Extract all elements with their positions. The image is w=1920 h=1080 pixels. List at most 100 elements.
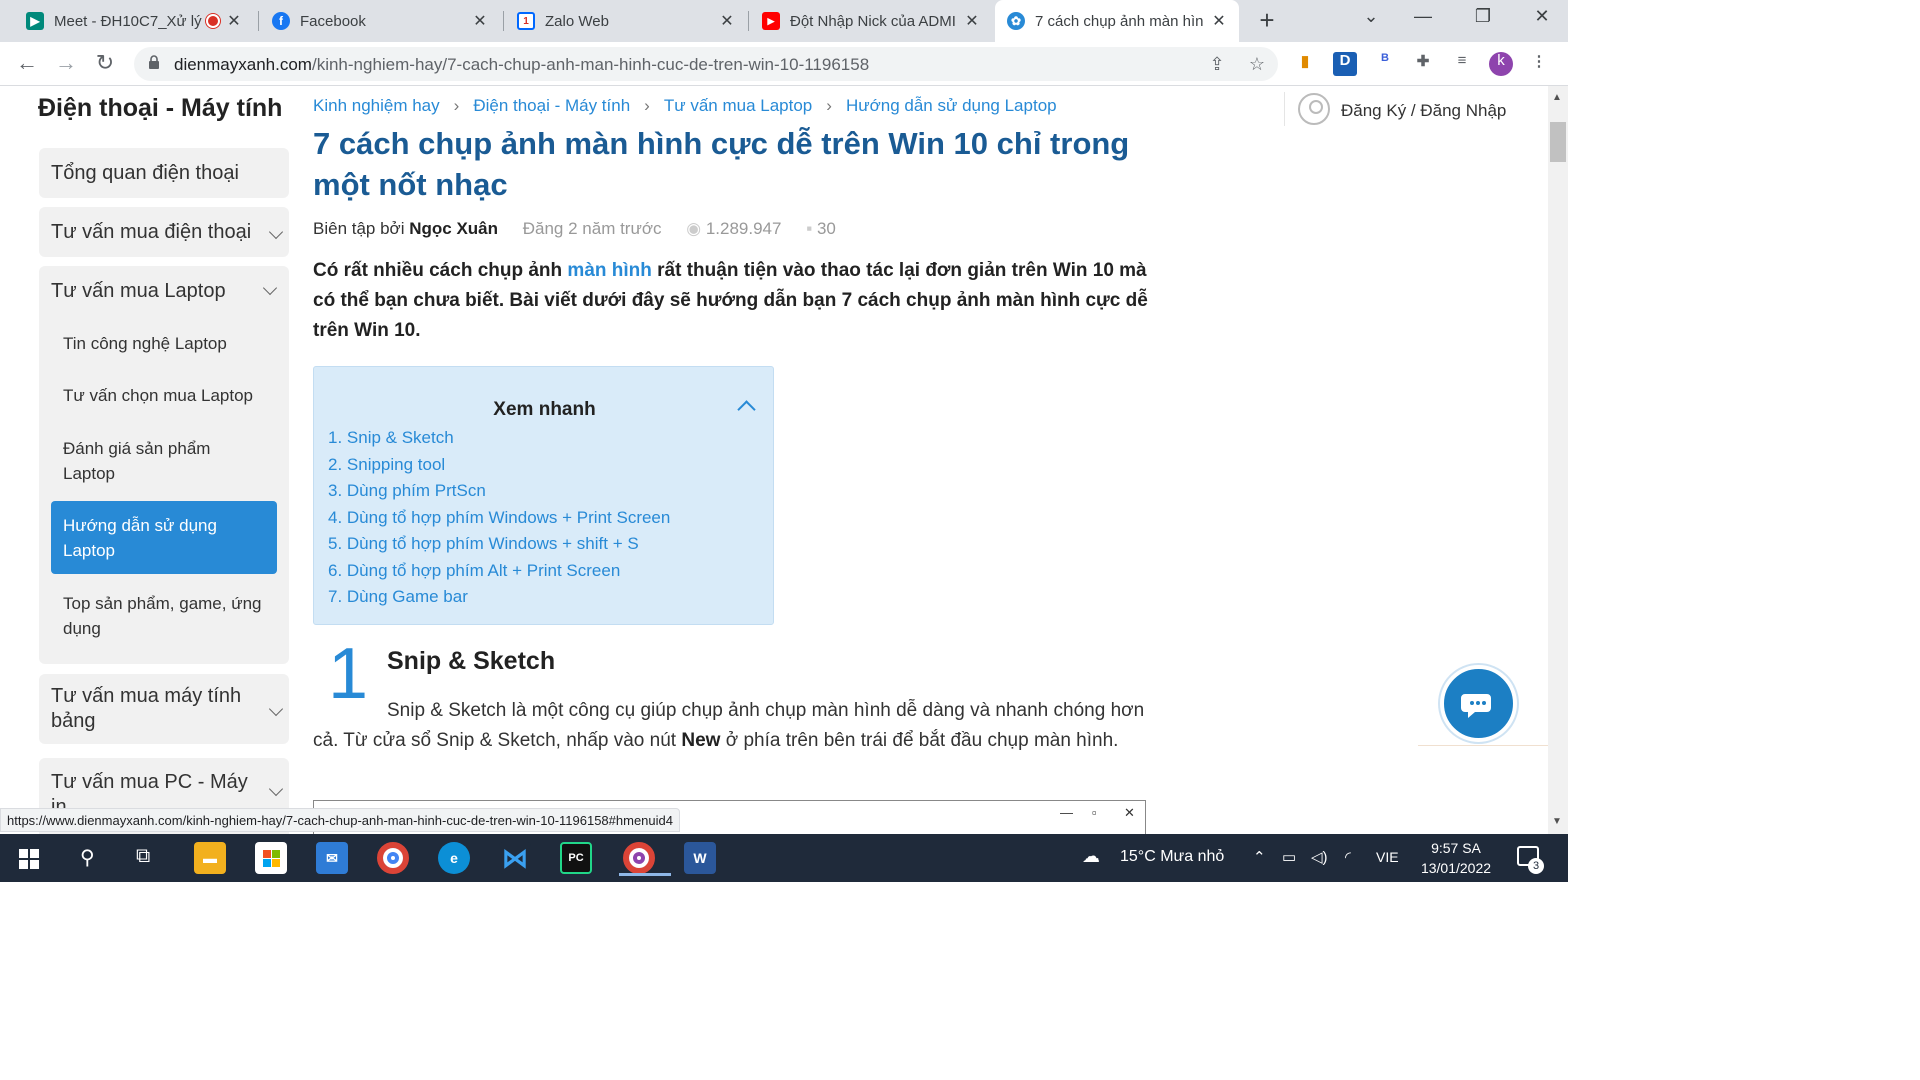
mail-icon[interactable]: ✉ [316,842,348,874]
bookmark-star-icon[interactable]: ☆ [1246,54,1268,76]
sidebar-item-overview-phone[interactable]: Tổng quan điện thoại [39,148,289,198]
toc-title: Xem nhanh [493,399,596,420]
chat-icon [1461,694,1491,718]
breadcrumb-item[interactable]: Điện thoại - Máy tính [473,96,630,115]
search-icon[interactable]: ⚲ [80,845,95,870]
zalo-icon: 1 [517,12,535,30]
comment-icon: ▪ [806,219,813,238]
sidebar-item-laptop-advice[interactable]: Tư vấn mua Laptop [51,280,226,303]
chrome-icon[interactable] [377,842,409,874]
close-tab-icon[interactable]: ✕ [1211,11,1227,31]
restore-button[interactable]: ❐ [1468,6,1498,27]
breadcrumb: Kinh nghiệm hay › Điện thoại - Máy tính › Tư… [313,96,1057,116]
toc-item[interactable]: 6. Dùng tổ hợp phím Alt + Print Screen [328,561,620,581]
breadcrumb-item[interactable]: Kinh nghiệm hay [313,96,440,115]
tab-facebook[interactable]: f Facebook ✕ [260,0,500,42]
intro-link[interactable]: màn hình [567,260,651,281]
quick-view-toc: Xem nhanh 1. Snip & Sketch 2. Snipping t… [313,366,774,625]
tab-search-icon[interactable]: ⌄ [1356,6,1386,27]
forward-icon[interactable]: → [52,50,80,78]
sidebar-sub-laptop-choose[interactable]: Tư vấn chọn mua Laptop [51,383,277,408]
tab-active-dmx[interactable]: ✿ 7 cách chụp ảnh màn hìn ✕ [995,0,1239,42]
address-bar[interactable]: dienmayxanh.com/kinh-nghiem-hay/7-cach-c… [134,47,1278,81]
breadcrumb-item[interactable]: Hướng dẫn sử dụng Laptop [846,96,1057,115]
toc-item[interactable]: 2. Snipping tool [328,455,445,475]
chevron-down-icon [268,224,284,240]
weather-text[interactable]: 15°C Mưa nhỏ [1120,848,1224,866]
toc-item[interactable]: 1. Snip & Sketch [328,428,454,448]
sidebar-sub-laptop-guide[interactable]: Hướng dẫn sử dụng Laptop [51,501,277,574]
task-view-icon[interactable]: ⧉ [136,845,150,868]
tab-meet[interactable]: ▶ Meet - ĐH10C7_Xử lý ✕ [14,0,254,42]
author-name[interactable]: Ngọc Xuân [409,219,498,238]
toc-item[interactable]: 5. Dùng tổ hợp phím Windows + shift + S [328,534,639,554]
comment-count[interactable]: 30 [817,219,836,238]
volume-icon[interactable]: ◁) [1311,848,1328,866]
share-icon[interactable]: ⇪ [1206,54,1228,76]
close-tab-icon[interactable]: ✕ [719,11,735,31]
section-body: Snip & Sketch là một công cụ giúp chụp ả… [313,700,1145,751]
chevron-right-icon: › [453,96,460,115]
view-count: 1.289.947 [705,219,782,238]
clock[interactable]: 9:57 SA 13/01/2022 [1418,838,1494,878]
close-tab-icon[interactable]: ✕ [226,11,242,31]
word-icon[interactable]: W [684,842,716,874]
vscode-icon[interactable]: ⋈ [499,842,531,874]
chevron-right-icon: › [644,96,650,115]
sidebar-sub-laptop-review[interactable]: Đánh giá sản phẩm Laptop [51,436,241,486]
weather-cloud-icon: ☁ [1082,846,1100,866]
scroll-thumb[interactable] [1550,122,1566,162]
tab-youtube[interactable]: ▶ Đột Nhập Nick của ADMI ✕ [750,0,992,42]
toc-item[interactable]: 7. Dùng Game bar [328,587,468,607]
scroll-up-icon[interactable]: ▲ [1552,92,1562,103]
toc-item[interactable]: 3. Dùng phím PrtScn [328,481,486,501]
back-icon[interactable]: ← [13,50,41,78]
user-icon[interactable] [1298,93,1330,125]
eye-icon: ◉ [686,219,702,238]
tab-strip: ▶ Meet - ĐH10C7_Xử lý ✕ f Facebook ✕ 1 Z… [0,0,1568,42]
pycharm-icon[interactable]: PC [560,842,592,874]
breadcrumb-item[interactable]: Tư vấn mua Laptop [664,96,812,115]
login-register-link[interactable]: Đăng Ký / Đăng Nhập [1341,101,1506,121]
sidebar-group-laptop: Tư vấn mua Laptop Tin công nghệ Laptop T… [39,266,289,664]
media-control-icon[interactable]: ≡ [1450,52,1474,76]
sidebar-item-tablet-advice[interactable]: Tư vấn mua máy tính bảng [39,674,289,744]
close-icon: ✕ [1124,805,1135,820]
profile-avatar[interactable]: k [1489,52,1513,76]
sidebar-sub-laptop-news[interactable]: Tin công nghệ Laptop [51,331,277,356]
edge-icon[interactable]: e [438,842,470,874]
close-tab-icon[interactable]: ✕ [472,11,488,31]
chat-support-button[interactable] [1440,665,1517,742]
scroll-down-icon[interactable]: ▼ [1552,816,1562,827]
extension-bookmark-icon[interactable]: ▮ [1293,52,1317,76]
extension-d-icon[interactable]: D [1333,52,1357,76]
url-text[interactable]: dienmayxanh.com/kinh-nghiem-hay/7-cach-c… [174,55,869,75]
recording-icon [206,14,220,28]
close-tab-icon[interactable]: ✕ [964,11,980,31]
tab-zalo[interactable]: 1 Zalo Web ✕ [505,0,747,42]
article-title: 7 cách chụp ảnh màn hình cực dễ trên Win… [313,126,1130,202]
wifi-icon[interactable]: ◜ [1345,848,1351,866]
lock-icon [149,55,159,69]
menu-kebab-icon[interactable]: ⋮ [1527,52,1551,76]
page-scrollbar[interactable]: ▲ ▼ [1548,86,1568,834]
toc-item[interactable]: 4. Dùng tổ hợp phím Windows + Print Scre… [328,508,670,528]
extensions-puzzle-icon[interactable]: ✚ [1411,52,1435,76]
maximize-icon: ▫ [1092,805,1097,820]
minimize-button[interactable]: — [1408,6,1438,27]
close-window-button[interactable]: ✕ [1527,6,1557,27]
extension-b-icon[interactable]: B [1373,52,1397,76]
battery-icon[interactable]: ▭ [1282,848,1296,866]
section-title: Snip & Sketch [387,647,556,675]
reload-icon[interactable]: ↻ [91,50,119,78]
input-language[interactable]: VIE [1376,849,1399,865]
new-tab-button[interactable]: + [1254,7,1280,34]
chrome-profile-icon[interactable] [619,842,671,876]
notification-count: 3 [1528,858,1544,874]
windows-start-icon[interactable] [19,849,39,869]
chevron-up-icon[interactable]: ⌃ [1253,848,1266,866]
microsoft-store-icon[interactable] [255,842,287,874]
sidebar-sub-laptop-top[interactable]: Top sản phẩm, game, ứng dụng [51,591,277,641]
sidebar-item-phone-advice[interactable]: Tư vấn mua điện thoại [39,207,289,257]
file-explorer-icon[interactable]: ▬ [194,842,226,874]
